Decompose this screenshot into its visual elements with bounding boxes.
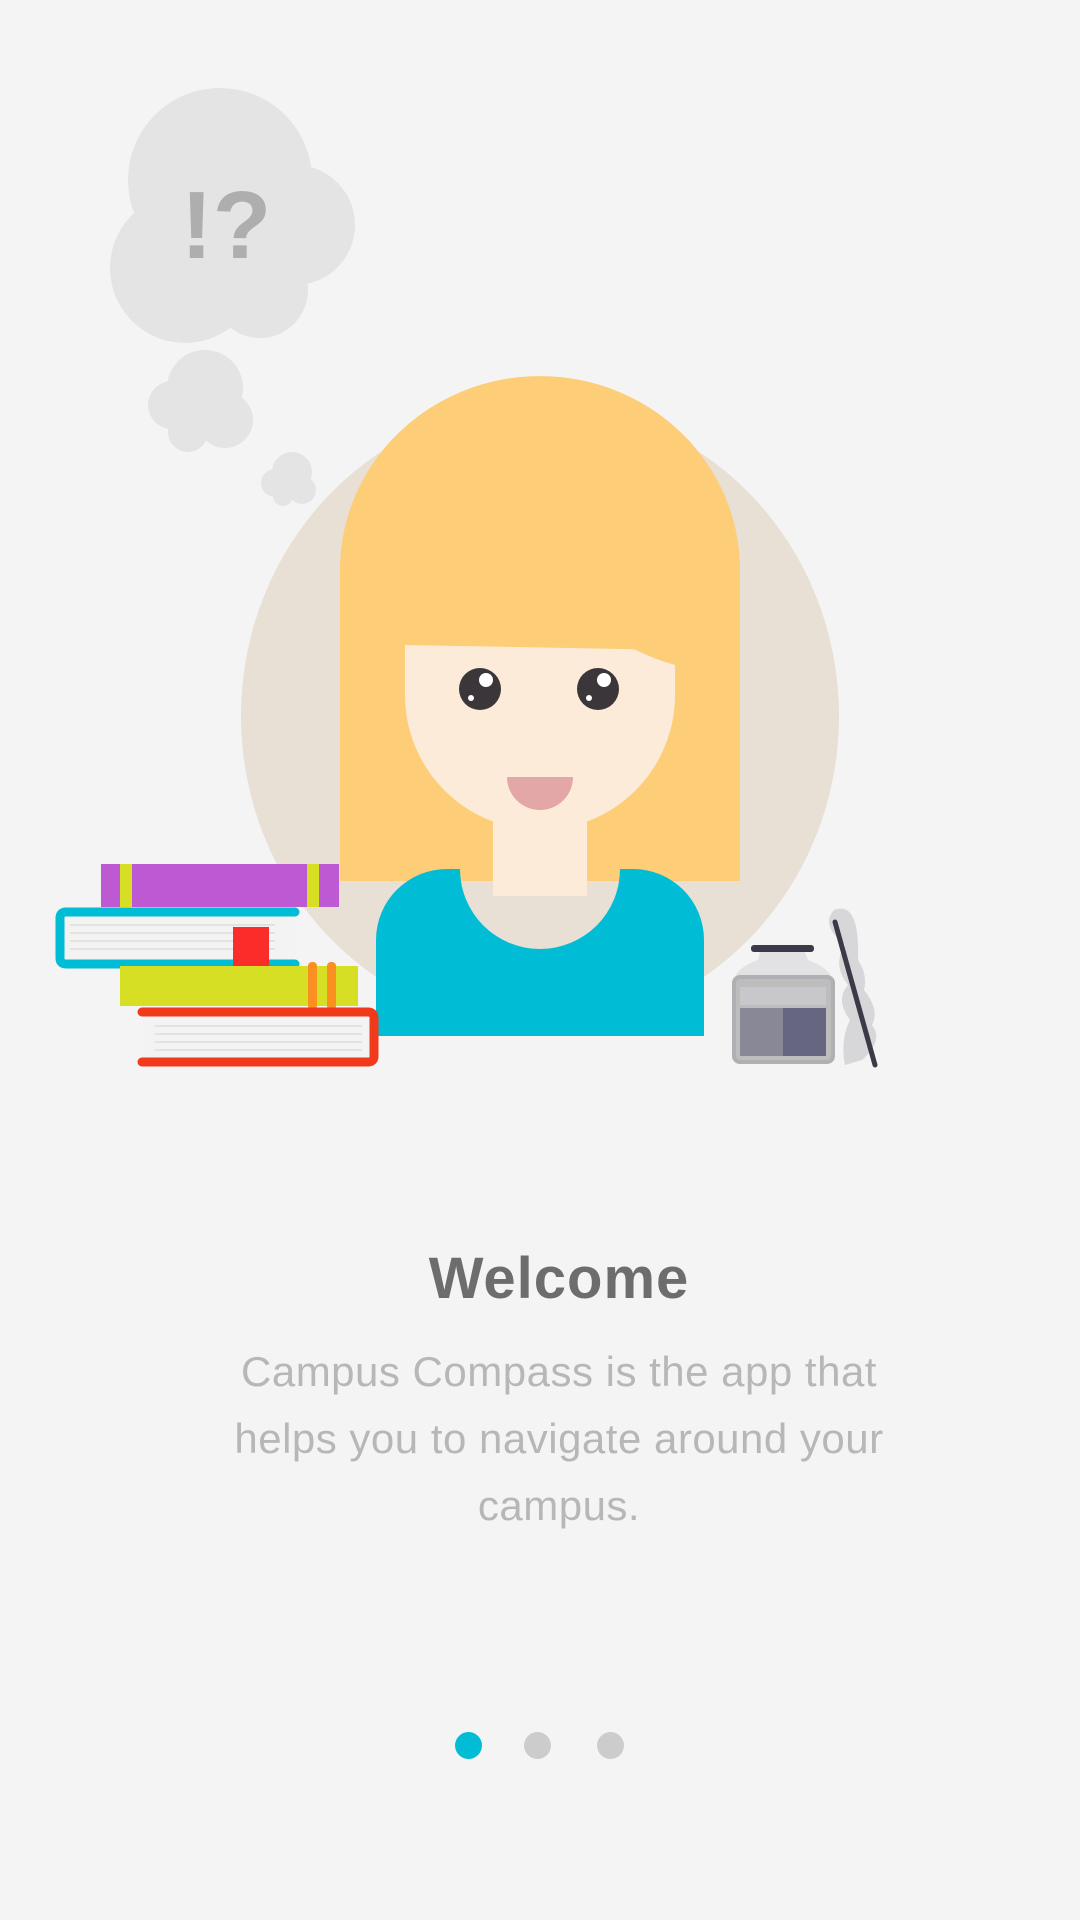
ink-bottle-icon [732, 945, 835, 1064]
welcome-description: Campus Compass is the app that helps you… [234, 1348, 884, 1529]
page-title: Welcome [428, 1246, 690, 1311]
thought-bubble-icon: !? [110, 88, 355, 506]
quill-pen-icon [828, 908, 878, 1068]
page-indicator [455, 1732, 645, 1760]
page-dot-2[interactable] [524, 1732, 551, 1759]
book-stack-icon [55, 864, 379, 1067]
onboarding-screen: !? Welcome Campus Compass is the app tha… [0, 0, 1080, 1920]
thought-text: !? [181, 172, 272, 279]
page-dot-3[interactable] [597, 1732, 624, 1759]
welcome-illustration: !? [55, 88, 878, 1068]
page-dot-1[interactable] [455, 1732, 482, 1759]
